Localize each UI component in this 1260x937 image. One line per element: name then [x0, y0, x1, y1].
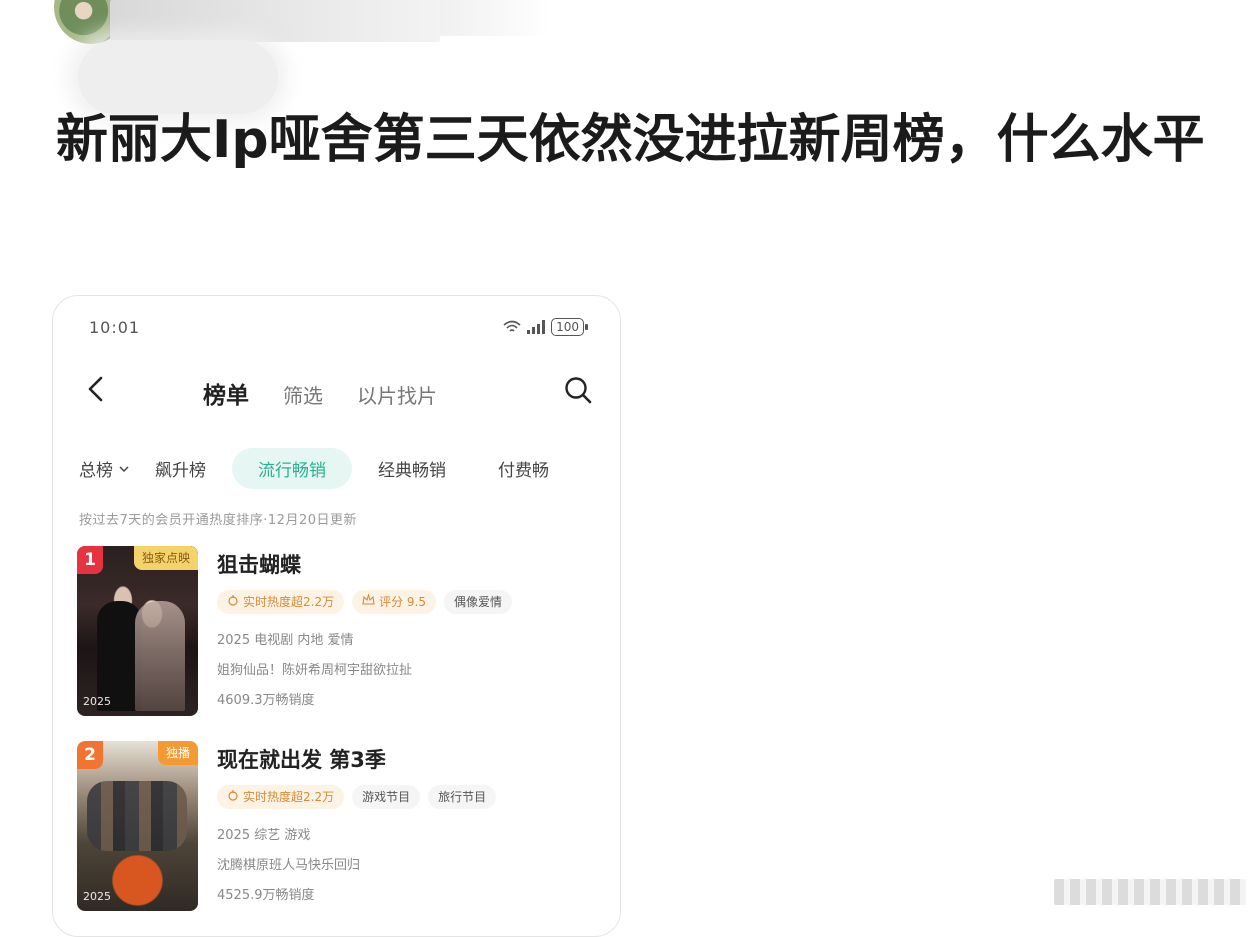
- item-sales: 4609.3万畅销度: [217, 693, 315, 708]
- item-title[interactable]: 狙击蝴蝶: [217, 550, 617, 580]
- filter-total-label: 总榜: [79, 461, 113, 481]
- wifi-icon: [503, 320, 521, 334]
- item-meta: 2025 电视剧 内地 爱情 姐狗仙品！陈妍希周柯宇甜欲拉扯 4609.3万畅销…: [217, 626, 617, 716]
- crown-icon: [362, 590, 375, 614]
- item-desc: 姐狗仙品！陈妍希周柯宇甜欲拉扯: [217, 663, 413, 678]
- rank-badge: 1: [77, 546, 103, 574]
- filter-paid[interactable]: 付费畅: [472, 448, 575, 489]
- tag-row: 实时热度超2.2万 评分 9.5 偶像爱情: [217, 590, 617, 614]
- poster-image[interactable]: 1 独家点映 2025: [77, 546, 198, 716]
- status-icons: 100: [503, 318, 588, 336]
- username-blurred: [110, 0, 440, 42]
- genre-tag: 旅行节目: [428, 785, 497, 809]
- signal-icon: [527, 320, 546, 334]
- flame-icon: [227, 785, 239, 809]
- username-blurred-fade: [440, 0, 550, 36]
- search-icon[interactable]: [562, 374, 594, 406]
- back-arrow-icon[interactable]: [85, 374, 107, 404]
- post-title: 新丽大Ip哑舍第三天依然没进拉新周榜，什么水平: [56, 110, 1205, 170]
- hot-tag-label: 实时热度超2.2万: [243, 790, 335, 804]
- flame-icon: [227, 590, 239, 614]
- item-body: 狙击蝴蝶 实时热度超2.2万 评分 9.5 偶像爱情 2025 电视剧 内地 爱…: [217, 550, 617, 716]
- item-sales: 4525.9万畅销度: [217, 888, 315, 903]
- post-image[interactable]: 10:01 100 榜单 筛选 以片找片 总榜 飙升榜 流行畅销 经典畅销 付费…: [52, 295, 621, 937]
- filter-row: 总榜 飙升榜 流行畅销 经典畅销 付费畅: [79, 448, 620, 489]
- tab-filter[interactable]: 筛选: [283, 380, 323, 409]
- poster-year: 2025: [83, 890, 111, 903]
- poster-image[interactable]: 2 独播 2025: [77, 741, 198, 911]
- status-time: 10:01: [89, 318, 141, 337]
- item-body: 现在就出发 第3季 实时热度超2.2万 游戏节目 旅行节目 2025 综艺 游戏…: [217, 745, 617, 911]
- chevron-down-icon: [119, 465, 129, 472]
- hot-tag-label: 实时热度超2.2万: [243, 595, 335, 609]
- genre-tag: 偶像爱情: [444, 590, 513, 614]
- nav-tabs: 榜单 筛选 以片找片: [203, 376, 437, 410]
- filter-rising[interactable]: 飙升榜: [141, 448, 232, 489]
- item-meta: 2025 综艺 游戏 沈腾棋原班人马快乐回归 4525.9万畅销度: [217, 821, 617, 911]
- poster-tag: 独家点映: [133, 546, 198, 570]
- item-info: 2025 综艺 游戏: [217, 828, 311, 843]
- hot-tag: 实时热度超2.2万: [217, 785, 345, 809]
- tab-ranking[interactable]: 榜单: [203, 376, 249, 410]
- genre-tag: 游戏节目: [352, 785, 421, 809]
- watermark-blurred: [1054, 879, 1246, 905]
- item-info: 2025 电视剧 内地 爱情: [217, 633, 354, 648]
- filter-classic[interactable]: 经典畅销: [352, 448, 472, 489]
- list-item[interactable]: 1 独家点映 2025 狙击蝴蝶 实时热度超2.2万 评分 9.5 偶像爱情 2…: [77, 546, 617, 718]
- hot-tag: 实时热度超2.2万: [217, 590, 345, 614]
- poster-year: 2025: [83, 695, 111, 708]
- tag-row: 实时热度超2.2万 游戏节目 旅行节目: [217, 785, 617, 809]
- filter-total[interactable]: 总榜: [79, 448, 141, 489]
- list-subtitle: 按过去7天的会员开通热度排序·12月20日更新: [79, 513, 357, 528]
- filter-popular[interactable]: 流行畅销: [232, 448, 352, 489]
- battery-icon: 100: [551, 318, 588, 336]
- item-desc: 沈腾棋原班人马快乐回归: [217, 858, 361, 873]
- tab-find-by-clip[interactable]: 以片找片: [357, 380, 437, 409]
- poster-tag: 独播: [157, 741, 198, 765]
- item-title[interactable]: 现在就出发 第3季: [217, 745, 617, 775]
- rank-badge: 2: [77, 741, 103, 769]
- score-tag: 评分 9.5: [352, 590, 436, 614]
- list-item[interactable]: 2 独播 2025 现在就出发 第3季 实时热度超2.2万 游戏节目 旅行节目 …: [77, 741, 617, 913]
- score-tag-label: 评分 9.5: [379, 595, 426, 609]
